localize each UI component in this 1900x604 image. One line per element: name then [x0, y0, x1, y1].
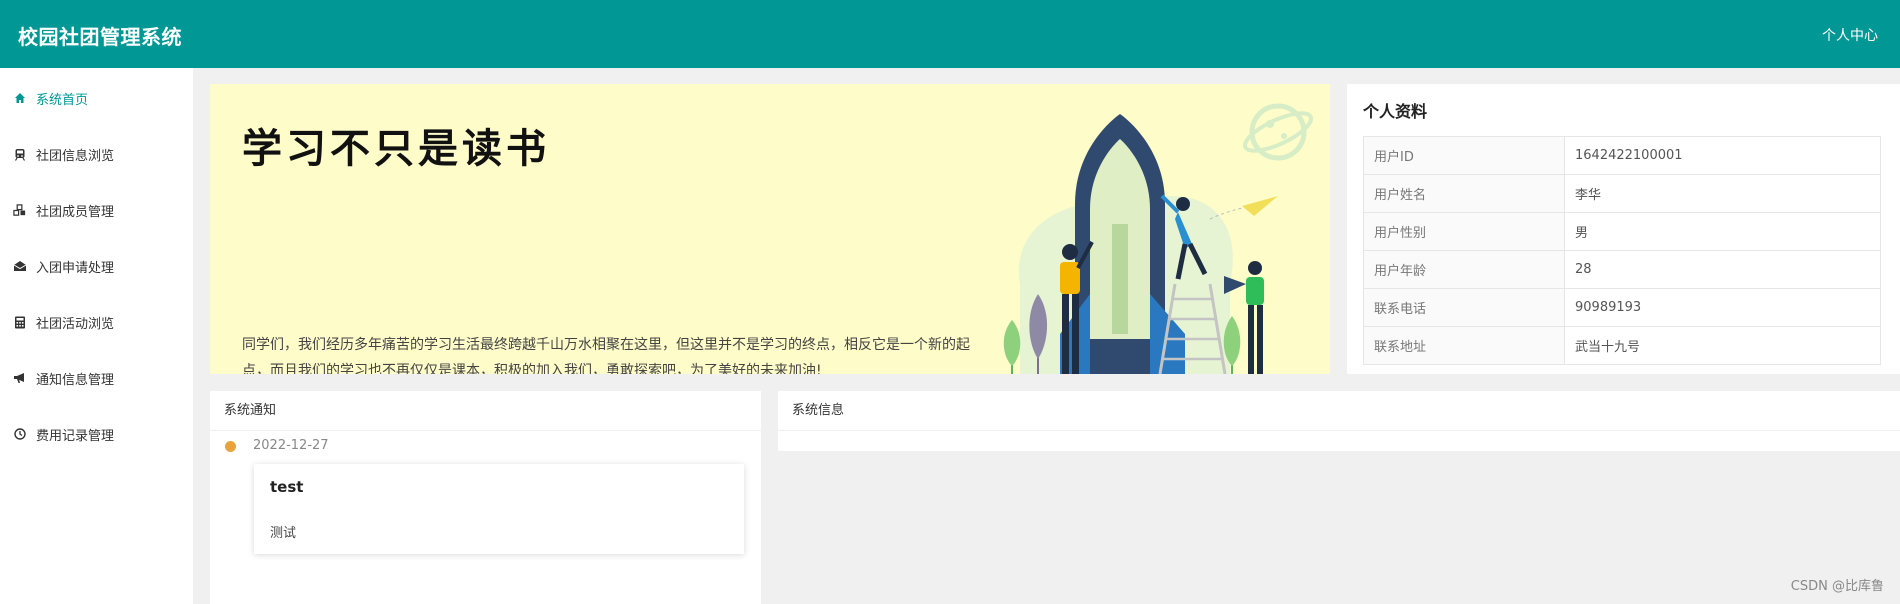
train-icon [13, 147, 27, 161]
profile-value-address: 武当十九号 [1564, 326, 1881, 365]
profile-value-user-id: 1642422100001 [1564, 136, 1881, 175]
top-navbar: 校园社团管理系统 个人中心 [0, 0, 1900, 68]
notice-panel: 系统通知 2022-12-27 test 测试 [210, 391, 761, 604]
banner-headline: 学习不只是读书 [242, 126, 550, 172]
profile-table: 用户ID 1642422100001 用户姓名 李华 用户性别 男 用户年龄 2… [1363, 136, 1881, 365]
notice-card-title: test [270, 478, 304, 496]
sidebar-item-label: 通知信息管理 [36, 372, 115, 388]
notice-title: 系统通知 [210, 391, 761, 431]
sidebar-item-label: 社团成员管理 [36, 204, 115, 220]
sidebar: 系统首页 社团信息浏览 社团成员管理 入团申请处理 社团活动浏览 通知信息管理 [0, 68, 193, 604]
envelope-open-icon [13, 259, 27, 273]
home-icon [13, 91, 27, 105]
user-center-link[interactable]: 个人中心 [1822, 25, 1878, 45]
clock-icon [13, 427, 27, 441]
watermark: CSDN @比库鲁 [1790, 579, 1884, 594]
profile-key-age: 用户年龄 [1363, 250, 1565, 289]
cubes-icon [13, 203, 27, 217]
banner-description: 同学们，我们经历多年痛苦的学习生活最终跨越千山万水相聚在这里，但这里并不是学习的… [242, 337, 970, 374]
notice-card-content: 测试 [270, 526, 297, 541]
sidebar-item-activities[interactable]: 社团活动浏览 [0, 307, 193, 337]
app-title: 校园社团管理系统 [18, 25, 182, 49]
calculator-icon [13, 315, 27, 329]
sidebar-item-fees[interactable]: 费用记录管理 [0, 419, 193, 449]
sidebar-item-label: 入团申请处理 [36, 260, 115, 276]
sidebar-item-club-info[interactable]: 社团信息浏览 [0, 139, 193, 169]
table-row: 联系地址 武当十九号 [1363, 326, 1881, 365]
table-row: 用户ID 1642422100001 [1363, 136, 1881, 175]
profile-value-gender: 男 [1564, 212, 1881, 251]
sidebar-item-home[interactable]: 系统首页 [0, 83, 193, 113]
bullhorn-icon [13, 371, 27, 385]
timeline-dot [225, 441, 236, 452]
sidebar-item-members[interactable]: 社团成员管理 [0, 195, 193, 225]
profile-key-user-id: 用户ID [1363, 136, 1565, 175]
profile-value-age: 28 [1564, 250, 1881, 289]
notice-date: 2022-12-27 [253, 438, 329, 453]
table-row: 用户年龄 28 [1363, 250, 1881, 289]
sidebar-item-label: 系统首页 [36, 92, 89, 108]
table-row: 用户姓名 李华 [1363, 174, 1881, 213]
profile-key-gender: 用户性别 [1363, 212, 1565, 251]
profile-key-phone: 联系电话 [1363, 288, 1565, 327]
profile-value-name: 李华 [1564, 174, 1881, 213]
system-info-title: 系统信息 [778, 391, 1900, 431]
sidebar-item-label: 费用记录管理 [36, 428, 115, 444]
profile-key-name: 用户姓名 [1363, 174, 1565, 213]
table-row: 联系电话 90989193 [1363, 288, 1881, 327]
table-row: 用户性别 男 [1363, 212, 1881, 251]
system-info-panel: 系统信息 [778, 391, 1900, 451]
profile-value-phone: 90989193 [1564, 288, 1881, 327]
notice-card[interactable]: test 测试 [254, 464, 744, 554]
welcome-banner: 学习不只是读书 同学们，我们经历多年痛苦的学习生活最终跨越千山万水相聚在这里，但… [210, 84, 1330, 374]
profile-title: 个人资料 [1363, 102, 1428, 121]
profile-panel: 个人资料 用户ID 1642422100001 用户姓名 李华 用户性别 男 用… [1347, 84, 1900, 374]
sidebar-item-label: 社团活动浏览 [36, 316, 115, 332]
sidebar-item-applications[interactable]: 入团申请处理 [0, 251, 193, 281]
profile-key-address: 联系地址 [1363, 326, 1565, 365]
sidebar-item-notices[interactable]: 通知信息管理 [0, 363, 193, 393]
sidebar-item-label: 社团信息浏览 [36, 148, 115, 164]
planet-icon [1242, 103, 1314, 161]
rocket-illustration [1003, 103, 1314, 374]
